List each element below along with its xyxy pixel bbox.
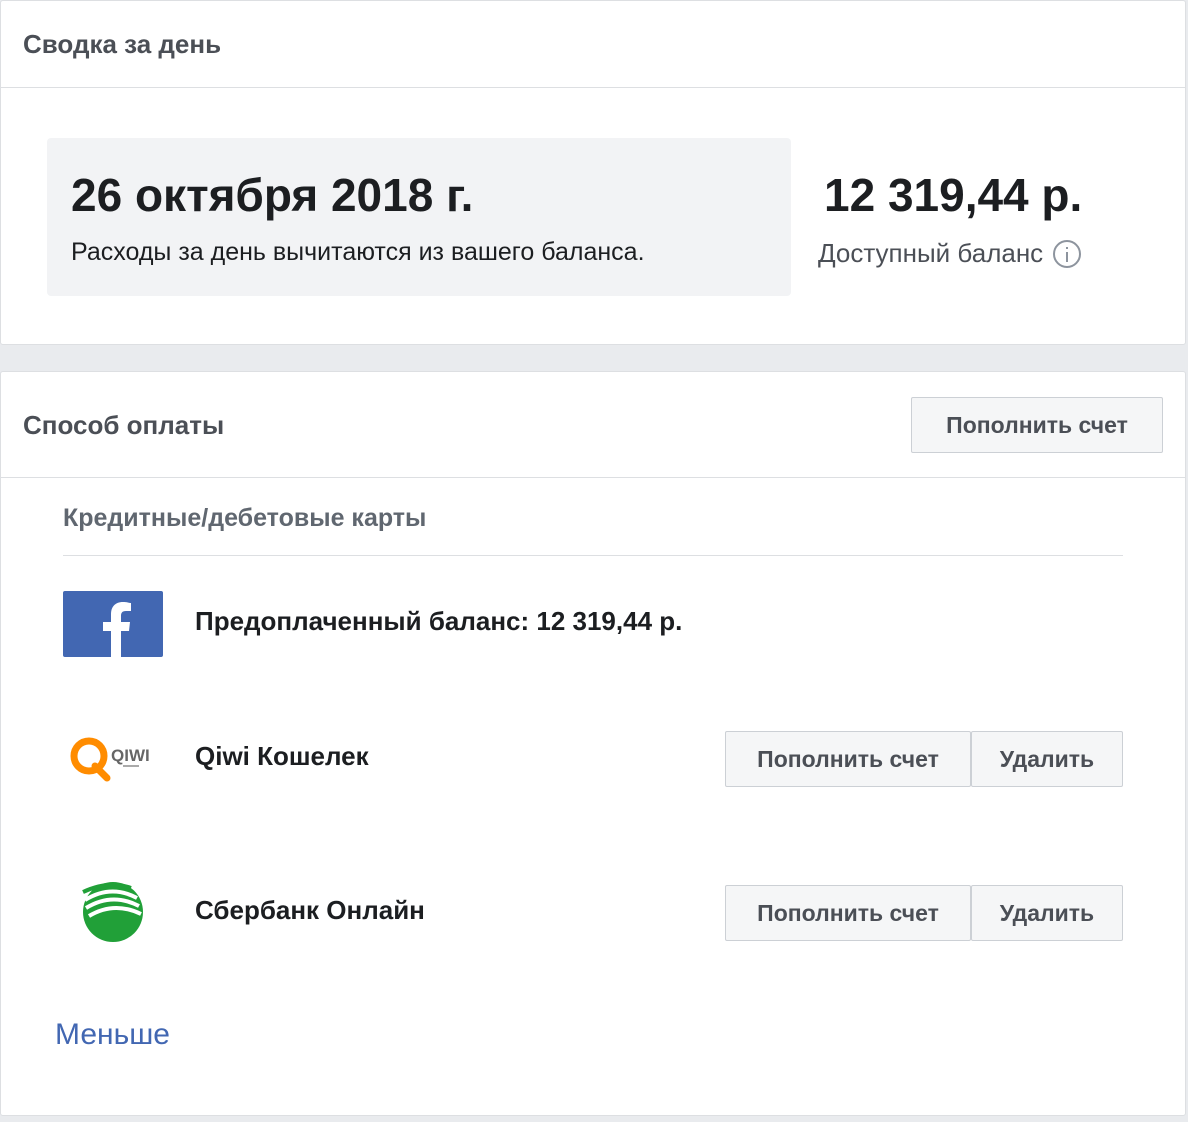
- facebook-icon: [63, 591, 163, 657]
- summary-description: Расходы за день вычитаются из вашего бал…: [71, 238, 645, 266]
- summary-title: Сводка за день: [23, 29, 222, 59]
- show-less-link[interactable]: Меньше: [55, 1018, 170, 1052]
- sberbank-online-label: Сбербанк Онлайн: [195, 895, 425, 925]
- sberbank-delete-button[interactable]: Удалить: [971, 885, 1123, 941]
- available-balance-amount: 12 319,44 р.: [824, 169, 1083, 221]
- sberbank-top-up-button[interactable]: Пополнить счет: [725, 885, 971, 941]
- payment-title: Способ оплаты: [23, 410, 225, 440]
- date-box: 26 октября 2018 г. Расходы за день вычит…: [47, 138, 791, 296]
- summary-date: 26 октября 2018 г.: [71, 169, 474, 221]
- payment-method-card: Способ оплаты Пополнить счет Кредитные/д…: [0, 371, 1186, 1116]
- payment-header: Способ оплаты Пополнить счет: [1, 372, 1185, 478]
- daily-summary-card: Сводка за день 26 октября 2018 г. Расход…: [0, 0, 1186, 345]
- sberbank-icon: [81, 880, 145, 942]
- available-balance-label-row: Доступный баланс: [818, 238, 1082, 269]
- qiwi-icon: QIWI: [67, 733, 163, 783]
- qiwi-top-up-button[interactable]: Пополнить счет: [725, 731, 971, 787]
- section-divider: [63, 555, 1123, 556]
- qiwi-wallet-label: Qiwi Кошелек: [195, 741, 369, 771]
- info-icon[interactable]: [1053, 239, 1082, 268]
- prepaid-balance-label: Предоплаченный баланс: 12 319,44 р.: [195, 606, 683, 636]
- summary-header: Сводка за день: [1, 1, 1185, 88]
- svg-text:QIWI: QIWI: [111, 746, 150, 765]
- cards-section-title: Кредитные/дебетовые карты: [63, 504, 427, 532]
- qiwi-delete-button[interactable]: Удалить: [971, 731, 1123, 787]
- top-up-account-button[interactable]: Пополнить счет: [911, 397, 1163, 453]
- available-balance-label: Доступный баланс: [818, 238, 1044, 268]
